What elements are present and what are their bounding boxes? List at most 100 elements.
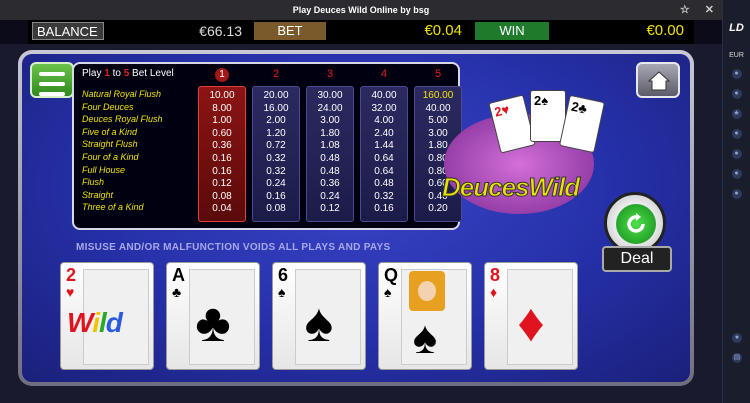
paytable-value: 1.44 bbox=[374, 140, 394, 152]
card-rank: 6 bbox=[278, 265, 289, 285]
paytable-value: 10.00 bbox=[209, 90, 235, 101]
refresh-button[interactable] bbox=[604, 192, 666, 254]
logo-card-rank: 2 bbox=[569, 98, 581, 115]
bet-button[interactable]: BET bbox=[254, 22, 326, 40]
paytable-value: 0.64 bbox=[374, 152, 394, 164]
paytable-value: 0.12 bbox=[212, 178, 232, 190]
game-area: Play 1 to 5 Bet Level 1 2 3 4 5 Natural Roya… bbox=[0, 44, 722, 403]
header-from: 1 bbox=[104, 68, 110, 79]
card-rank: A bbox=[172, 265, 185, 285]
paytable-hand-name: Four of a Kind bbox=[82, 151, 139, 162]
paytable-value: 0.16 bbox=[266, 190, 286, 202]
sidebar-live-icon[interactable]: ● bbox=[731, 89, 742, 99]
menu-button[interactable] bbox=[30, 62, 74, 98]
paytable-value: 0.36 bbox=[212, 140, 232, 152]
paytable-value: 2.40 bbox=[374, 127, 394, 139]
bet-level-number-text: 5 bbox=[434, 68, 442, 80]
header-to: 5 bbox=[123, 68, 130, 79]
sidebar-casino-icon[interactable]: ● bbox=[731, 69, 742, 79]
malfunction-warning: MISUSE AND/OR MALFUNCTION VOIDS ALL PLAY… bbox=[76, 242, 391, 253]
win-value: €0.00 bbox=[646, 22, 684, 39]
wild-label: Wild bbox=[67, 307, 123, 339]
playing-card[interactable]: A ♣ ♣ bbox=[166, 262, 260, 370]
paytable-column[interactable]: 40.00 32.00 4.00 2.40 1.44 0.64 0.64 0.48 0.32 0.… bbox=[360, 86, 408, 222]
paytable-value: 40.00 bbox=[371, 90, 397, 101]
paytable-value: 16.00 bbox=[263, 102, 289, 114]
bet-level-number-text: 2 bbox=[272, 68, 280, 80]
menu-icon-bar bbox=[39, 82, 65, 86]
card-center-suit-icon: ♣ bbox=[195, 293, 231, 353]
paytable-value: 3.00 bbox=[320, 115, 340, 127]
logo-text: DeucesWild bbox=[441, 172, 580, 203]
pin-icon[interactable]: ☆ bbox=[680, 4, 690, 16]
win-label: WIN bbox=[475, 22, 549, 40]
paytable-value: 0.32 bbox=[374, 190, 394, 202]
paytable: Play 1 to 5 Bet Level 1 2 3 4 5 Natural Roya… bbox=[72, 62, 462, 230]
balance-label: BALANCE bbox=[32, 22, 104, 40]
playing-card[interactable]: Q ♠ ♠ bbox=[378, 262, 472, 370]
menu-icon bbox=[39, 72, 65, 76]
sidebar-lottery-icon[interactable]: ● bbox=[731, 169, 742, 179]
paytable-value: 0.48 bbox=[320, 152, 340, 164]
currency-label[interactable]: EUR bbox=[723, 52, 750, 59]
wild-letter: d bbox=[105, 307, 123, 338]
menu-icon-bar bbox=[39, 92, 65, 96]
paytable-hand-name: Straight Flush bbox=[82, 139, 138, 150]
paytable-column[interactable]: 20.00 16.00 2.00 1.20 0.72 0.32 0.32 0.24 0.16 0.… bbox=[252, 86, 300, 222]
paytable-value: 0.16 bbox=[374, 203, 394, 215]
paytable-value: 0.36 bbox=[320, 178, 340, 190]
paytable-value: 0.08 bbox=[212, 190, 232, 202]
balance-value: €66.13 bbox=[199, 23, 242, 39]
app-frame: Play Deuces Wild Online by bsg ☆ ✕ LD EU… bbox=[0, 0, 750, 403]
paytable-hand-name: Three of a Kind bbox=[82, 202, 144, 213]
paytable-value: 0.24 bbox=[266, 178, 286, 190]
paytable-hand-name: Straight bbox=[82, 189, 114, 200]
refresh-icon bbox=[627, 213, 645, 233]
site-logo[interactable]: LD bbox=[723, 22, 750, 34]
paytable-value: 0.32 bbox=[266, 165, 286, 177]
paytable-column[interactable]: 30.00 24.00 3.00 1.80 1.08 0.48 0.48 0.36 0.24 0.… bbox=[306, 86, 354, 222]
table-bezel: Play 1 to 5 Bet Level 1 2 3 4 5 Natural Roya… bbox=[18, 50, 694, 386]
game-topbar: BALANCE €66.13 BET €0.04 WIN €0.00 bbox=[28, 20, 694, 44]
paytable-value: 1.08 bbox=[320, 140, 340, 152]
paytable-value: 20.00 bbox=[263, 90, 289, 101]
wild-letter: W bbox=[67, 307, 93, 338]
sidebar-favorites-icon[interactable]: ★ bbox=[731, 109, 742, 119]
playing-card[interactable]: 6 ♠ ♠ bbox=[272, 262, 366, 370]
paytable-value: 0.32 bbox=[266, 152, 286, 164]
paytable-value: 4.00 bbox=[374, 115, 394, 127]
chat-icon[interactable]: ● bbox=[732, 333, 742, 343]
header-bet-level: Bet Level bbox=[132, 68, 174, 79]
paytable-hand-name: Four Deuces bbox=[82, 101, 134, 112]
paytable-header: Play 1 to 5 Bet Level bbox=[82, 68, 174, 79]
sidebar-promo-icon[interactable]: ● bbox=[731, 189, 742, 199]
paytable-column[interactable]: 10.00 8.00 1.00 0.60 0.36 0.16 0.16 0.12 0.08 0.0… bbox=[198, 86, 246, 222]
bet-level-number: 5 bbox=[418, 68, 458, 80]
table-felt: Play 1 to 5 Bet Level 1 2 3 4 5 Natural Roya… bbox=[22, 54, 690, 382]
paytable-hand-name: Five of a Kind bbox=[82, 126, 138, 137]
paytable-value: 0.16 bbox=[212, 165, 232, 177]
deal-button[interactable]: Deal bbox=[602, 246, 672, 272]
paytable-hand-name: Natural Royal Flush bbox=[82, 89, 162, 99]
logo-card-rank: 2 bbox=[492, 103, 504, 120]
paytable-value: 8.00 bbox=[212, 102, 232, 114]
bet-level-number: 1 bbox=[202, 68, 242, 82]
deuces-wild-logo: 2♥ 2♠ 2♣ DeucesWild bbox=[434, 84, 614, 224]
sidebar-gift-icon[interactable]: ● bbox=[731, 129, 742, 139]
paytable-value: 1.00 bbox=[212, 115, 232, 127]
wild-letter: l bbox=[98, 307, 107, 338]
card-center-suit-icon: ♠ bbox=[412, 311, 438, 363]
sidebar-trophy-icon[interactable]: ● bbox=[731, 149, 742, 159]
wild-letter: i bbox=[92, 307, 100, 338]
queen-portrait bbox=[409, 271, 445, 311]
close-icon[interactable]: ✕ bbox=[705, 4, 714, 16]
paytable-value: 30.00 bbox=[317, 90, 343, 101]
playing-card[interactable]: 8 ♦ ♦ bbox=[484, 262, 578, 370]
playing-card[interactable]: 2 ♥ Wild bbox=[60, 262, 154, 370]
paytable-value: 32.00 bbox=[371, 102, 397, 114]
right-sidebar: LD EUR ● ● ★ ● ● ● ● ● ▤ bbox=[722, 0, 750, 403]
card-corner-suit-icon: ♠ bbox=[384, 284, 392, 300]
home-button[interactable] bbox=[636, 62, 680, 98]
home-icon bbox=[647, 71, 671, 91]
expand-icon[interactable]: ▤ bbox=[732, 353, 742, 363]
